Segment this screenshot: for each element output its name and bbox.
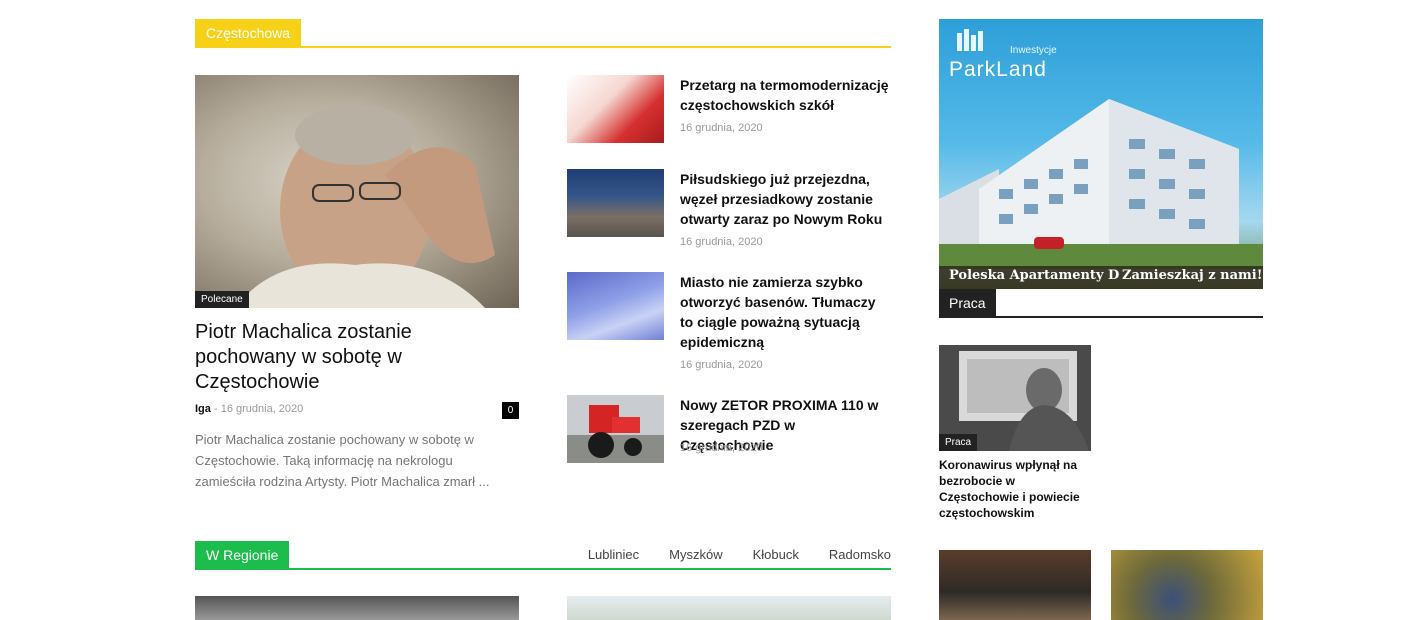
tab-radomsko[interactable]: Radomsko xyxy=(829,547,891,562)
ad-brand-sub: Inwestycje xyxy=(1010,45,1057,56)
feature-title[interactable]: Piotr Machalica zostanie pochowany w sob… xyxy=(195,320,515,395)
feature-image[interactable]: Polecane xyxy=(195,75,519,308)
list-item[interactable]: Miasto nie zamierza szybko otworzyć base… xyxy=(567,272,891,372)
tab-myszkow[interactable]: Myszków xyxy=(669,547,722,562)
list-thumb[interactable] xyxy=(567,169,664,237)
comment-count-badge[interactable]: 0 xyxy=(502,402,519,419)
feature-photo xyxy=(235,105,495,308)
section-tag-region[interactable]: W Regionie xyxy=(195,541,290,568)
section-header-praca: Praca xyxy=(939,289,1263,318)
list-thumb[interactable] xyxy=(567,75,664,143)
list-item-date: 16 grudnia, 2020 xyxy=(680,359,763,371)
list-item-title[interactable]: Miasto nie zamierza szybko otworzyć base… xyxy=(680,272,890,352)
category-badge[interactable]: Polecane xyxy=(195,291,249,308)
list-item[interactable]: Nowy ZETOR PROXIMA 110 w szeregach PZD w… xyxy=(567,395,891,463)
tab-lubliniec[interactable]: Lubliniec xyxy=(588,547,639,562)
ad-brand-logo: ParkLand xyxy=(949,58,1047,81)
section-header-czestochowa: Częstochowa xyxy=(195,19,891,48)
praca-article-title[interactable]: Koronawirus wpłynął na bezrobocie w Częs… xyxy=(939,457,1091,521)
region-article-image[interactable] xyxy=(567,596,891,620)
list-thumb[interactable] xyxy=(567,272,664,340)
sidebar-article-image[interactable] xyxy=(939,550,1091,620)
list-item-title[interactable]: Piłsudskiego już przejezdna, węzeł przes… xyxy=(680,169,890,229)
feature-meta: Iga - 16 grudnia, 2020 xyxy=(195,403,303,415)
list-item-date: 16 grudnia, 2020 xyxy=(680,236,763,248)
list-item-date: 16 grudnia, 2020 xyxy=(680,122,763,134)
section-tag-czestochowa[interactable]: Częstochowa xyxy=(195,19,302,46)
section-header-region: W Regionie Lubliniec Myszków Kłobuck Rad… xyxy=(195,541,891,570)
feature-excerpt: Piotr Machalica zostanie pochowany w sob… xyxy=(195,432,490,489)
region-article-image[interactable] xyxy=(195,596,519,620)
list-thumb[interactable] xyxy=(567,395,664,463)
praca-article-image[interactable]: Praca xyxy=(939,345,1091,451)
list-item-date: 16 grudnia, 2020 xyxy=(680,442,763,454)
tractor-photo xyxy=(567,395,664,463)
feature-date: 16 grudnia, 2020 xyxy=(220,403,304,415)
meta-separator: - xyxy=(213,403,218,415)
sidebar-article-image[interactable] xyxy=(1111,550,1263,620)
list-item[interactable]: Piłsudskiego już przejezdna, węzeł przes… xyxy=(567,169,891,249)
list-item[interactable]: Przetarg na termomodernizację częstochow… xyxy=(567,75,891,143)
author-name[interactable]: Iga xyxy=(195,403,211,415)
ad-caption-right: Zamieszkaj z nami! xyxy=(1122,268,1263,283)
list-item-title[interactable]: Przetarg na termomodernizację częstochow… xyxy=(680,75,890,115)
ad-caption-left: Poleska Apartamenty D xyxy=(949,268,1120,283)
tab-klobuck[interactable]: Kłobuck xyxy=(753,547,799,562)
region-tabs: Lubliniec Myszków Kłobuck Radomsko xyxy=(588,547,891,562)
category-badge[interactable]: Praca xyxy=(939,434,978,451)
section-tag-praca[interactable]: Praca xyxy=(939,289,996,316)
